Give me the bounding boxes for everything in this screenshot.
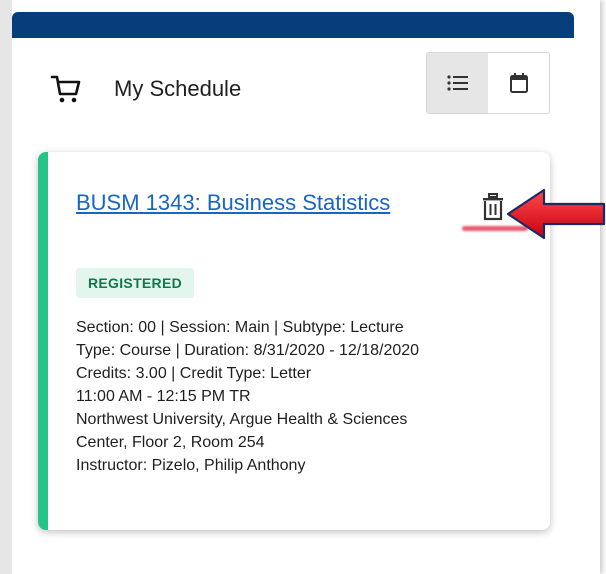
course-card: BUSM 1343: Business Statistics REGISTERE… — [38, 152, 550, 530]
trash-icon[interactable] — [480, 192, 506, 222]
details-line: Type: Course | Duration: 8/31/2020 - 12/… — [76, 342, 420, 359]
panel-top-bar — [12, 12, 574, 38]
details-line: Northwest University, Argue Health & Sci… — [76, 411, 408, 428]
schedule-header: My Schedule — [36, 52, 556, 118]
details-line: Credits: 3.00 | Credit Type: Letter — [76, 365, 312, 382]
calendar-view-icon — [509, 73, 528, 93]
course-details: Section: 00 | Session: Main | Subtype: L… — [76, 316, 546, 477]
details-line: Section: 00 | Session: Main | Subtype: L… — [76, 319, 404, 336]
details-line: Center, Floor 2, Room 254 — [76, 434, 265, 451]
calendar-view-button[interactable] — [488, 53, 549, 113]
details-line: 11:00 AM - 12:15 PM TR — [76, 388, 251, 405]
list-view-icon — [446, 75, 468, 91]
details-line: Instructor: Pizelo, Philip Anthony — [76, 457, 306, 474]
list-view-button[interactable] — [427, 53, 488, 113]
cart-icon — [50, 75, 81, 103]
status-badge: REGISTERED — [76, 268, 195, 298]
page-title: My Schedule — [114, 76, 242, 101]
course-title-link[interactable]: BUSM 1343: Business Statistics — [76, 182, 396, 224]
view-toggle — [426, 52, 550, 114]
annotation-arrow-icon — [506, 188, 606, 240]
